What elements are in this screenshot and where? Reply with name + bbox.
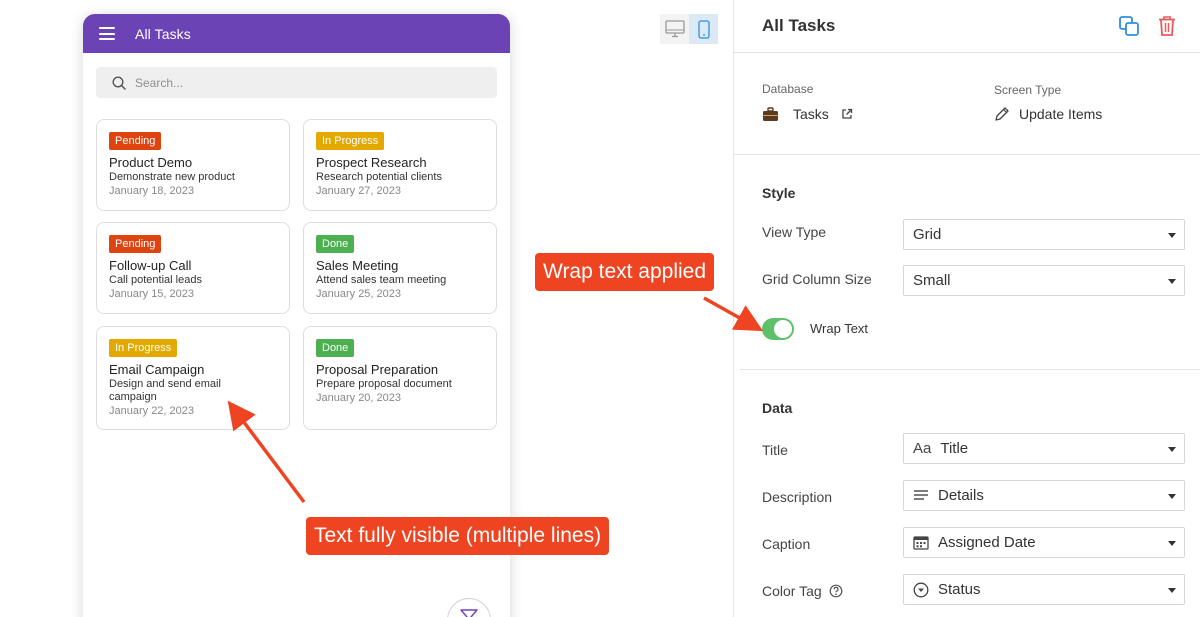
help-circle-icon[interactable] <box>829 584 843 598</box>
grid-column-size-label: Grid Column Size <box>762 271 872 287</box>
card-description: Design and send email campaign <box>109 378 221 403</box>
card-date: January 27, 2023 <box>316 185 402 197</box>
chevron-down-icon <box>1168 588 1176 593</box>
calendar-icon <box>913 535 929 550</box>
color-tag-label: Color Tag <box>762 583 843 599</box>
filter-button[interactable] <box>447 598 491 617</box>
status-badge: In Progress <box>316 132 385 150</box>
screen-type-value: Update Items <box>994 106 1102 122</box>
text-lines-icon <box>913 489 929 502</box>
external-link-icon[interactable] <box>841 108 853 120</box>
grid-column-size-value: Small <box>913 272 951 289</box>
status-badge: Done <box>316 339 355 357</box>
chevron-down-icon <box>1168 494 1176 499</box>
description-field-label: Description <box>762 489 833 505</box>
app-header: All Tasks <box>83 14 510 53</box>
duplicate-button[interactable] <box>1116 13 1142 39</box>
desktop-icon <box>664 20 685 38</box>
duplicate-icon <box>1119 16 1139 36</box>
card-title: Proposal Preparation <box>316 362 439 377</box>
card-title: Email Campaign <box>109 362 205 377</box>
card-title: Product Demo <box>109 155 193 170</box>
task-card[interactable]: Pending Product Demo Demonstrate new pro… <box>96 119 290 211</box>
task-card[interactable]: In Progress Prospect Research Research p… <box>303 119 497 211</box>
card-description: Attend sales team meeting <box>316 274 447 286</box>
chevron-down-icon <box>1168 541 1176 546</box>
text-type-icon: Aa <box>913 440 932 457</box>
chevron-down-icon <box>1168 279 1176 284</box>
filter-icon <box>460 609 478 617</box>
chevron-down-icon <box>1168 447 1176 452</box>
card-date: January 15, 2023 <box>109 288 195 300</box>
card-description: Research potential clients <box>316 171 442 183</box>
status-badge: Pending <box>109 235 162 253</box>
search-input[interactable]: Search... <box>96 67 497 98</box>
card-date: January 20, 2023 <box>316 392 402 404</box>
hamburger-icon[interactable] <box>99 27 115 40</box>
data-section-title: Data <box>762 400 793 416</box>
card-title: Follow-up Call <box>109 258 192 273</box>
trash-icon <box>1159 16 1175 36</box>
caption-field-value: Assigned Date <box>938 534 1036 551</box>
briefcase-icon <box>763 106 778 121</box>
card-description: Call potential leads <box>109 274 202 286</box>
status-badge: In Progress <box>109 339 178 357</box>
grid-column-size-select[interactable]: Small <box>903 265 1185 296</box>
card-title: Prospect Research <box>316 155 427 170</box>
screen-type-name: Update Items <box>1019 106 1103 122</box>
card-date: January 25, 2023 <box>316 288 402 300</box>
title-field-select[interactable]: Aa Title <box>903 433 1185 464</box>
card-description: Prepare proposal document <box>316 378 452 390</box>
style-section-title: Style <box>762 185 796 201</box>
color-tag-label-text: Color Tag <box>762 583 822 599</box>
text-visible-callout: Text fully visible (multiple lines) <box>306 517 610 555</box>
properties-panel: All Tasks Database Tasks Screen Type Upd… <box>733 0 1200 617</box>
task-card[interactable]: Pending Follow-up Call Call potential le… <box>96 222 290 314</box>
panel-header: All Tasks <box>734 0 1200 52</box>
wrap-text-callout: Wrap text applied <box>535 253 715 291</box>
desktop-view-button[interactable] <box>660 14 689 44</box>
view-type-label: View Type <box>762 224 827 240</box>
pencil-icon <box>995 107 1009 121</box>
mobile-view-button[interactable] <box>689 14 718 44</box>
card-title: Sales Meeting <box>316 258 399 273</box>
view-type-value: Grid <box>913 226 942 243</box>
color-tag-select[interactable]: Status <box>903 574 1185 605</box>
search-placeholder: Search... <box>135 75 184 90</box>
title-field-value: Title <box>940 440 969 457</box>
chevron-circle-icon <box>913 582 929 598</box>
status-badge: Pending <box>109 132 162 150</box>
caption-field-label: Caption <box>762 536 811 552</box>
title-field-label: Title <box>762 442 788 458</box>
device-view-toggle <box>660 14 718 44</box>
app-header-title: All Tasks <box>135 25 191 42</box>
card-date: January 22, 2023 <box>109 405 195 417</box>
delete-button[interactable] <box>1154 13 1180 39</box>
description-field-select[interactable]: Details <box>903 480 1185 511</box>
mobile-icon <box>697 19 710 39</box>
caption-field-select[interactable]: Assigned Date <box>903 527 1185 558</box>
view-type-select[interactable]: Grid <box>903 219 1185 250</box>
panel-title: All Tasks <box>762 16 836 35</box>
database-label: Database <box>762 82 814 96</box>
card-description: Demonstrate new product <box>109 171 235 183</box>
card-date: January 18, 2023 <box>109 185 195 197</box>
color-tag-value: Status <box>938 581 981 598</box>
search-icon <box>112 75 126 90</box>
screen-type-label: Screen Type <box>994 83 1062 97</box>
status-badge: Done <box>316 235 355 253</box>
wrap-text-label: Wrap Text <box>810 321 869 336</box>
description-field-value: Details <box>938 487 984 504</box>
wrap-text-toggle[interactable] <box>762 318 794 340</box>
chevron-down-icon <box>1168 233 1176 238</box>
task-card[interactable]: Done Sales Meeting Attend sales team mee… <box>303 222 497 314</box>
database-name: Tasks <box>793 106 829 122</box>
task-card[interactable]: Done Proposal Preparation Prepare propos… <box>303 326 497 430</box>
task-card[interactable]: In Progress Email Campaign Design and se… <box>96 326 290 430</box>
database-value[interactable]: Tasks <box>762 106 853 122</box>
